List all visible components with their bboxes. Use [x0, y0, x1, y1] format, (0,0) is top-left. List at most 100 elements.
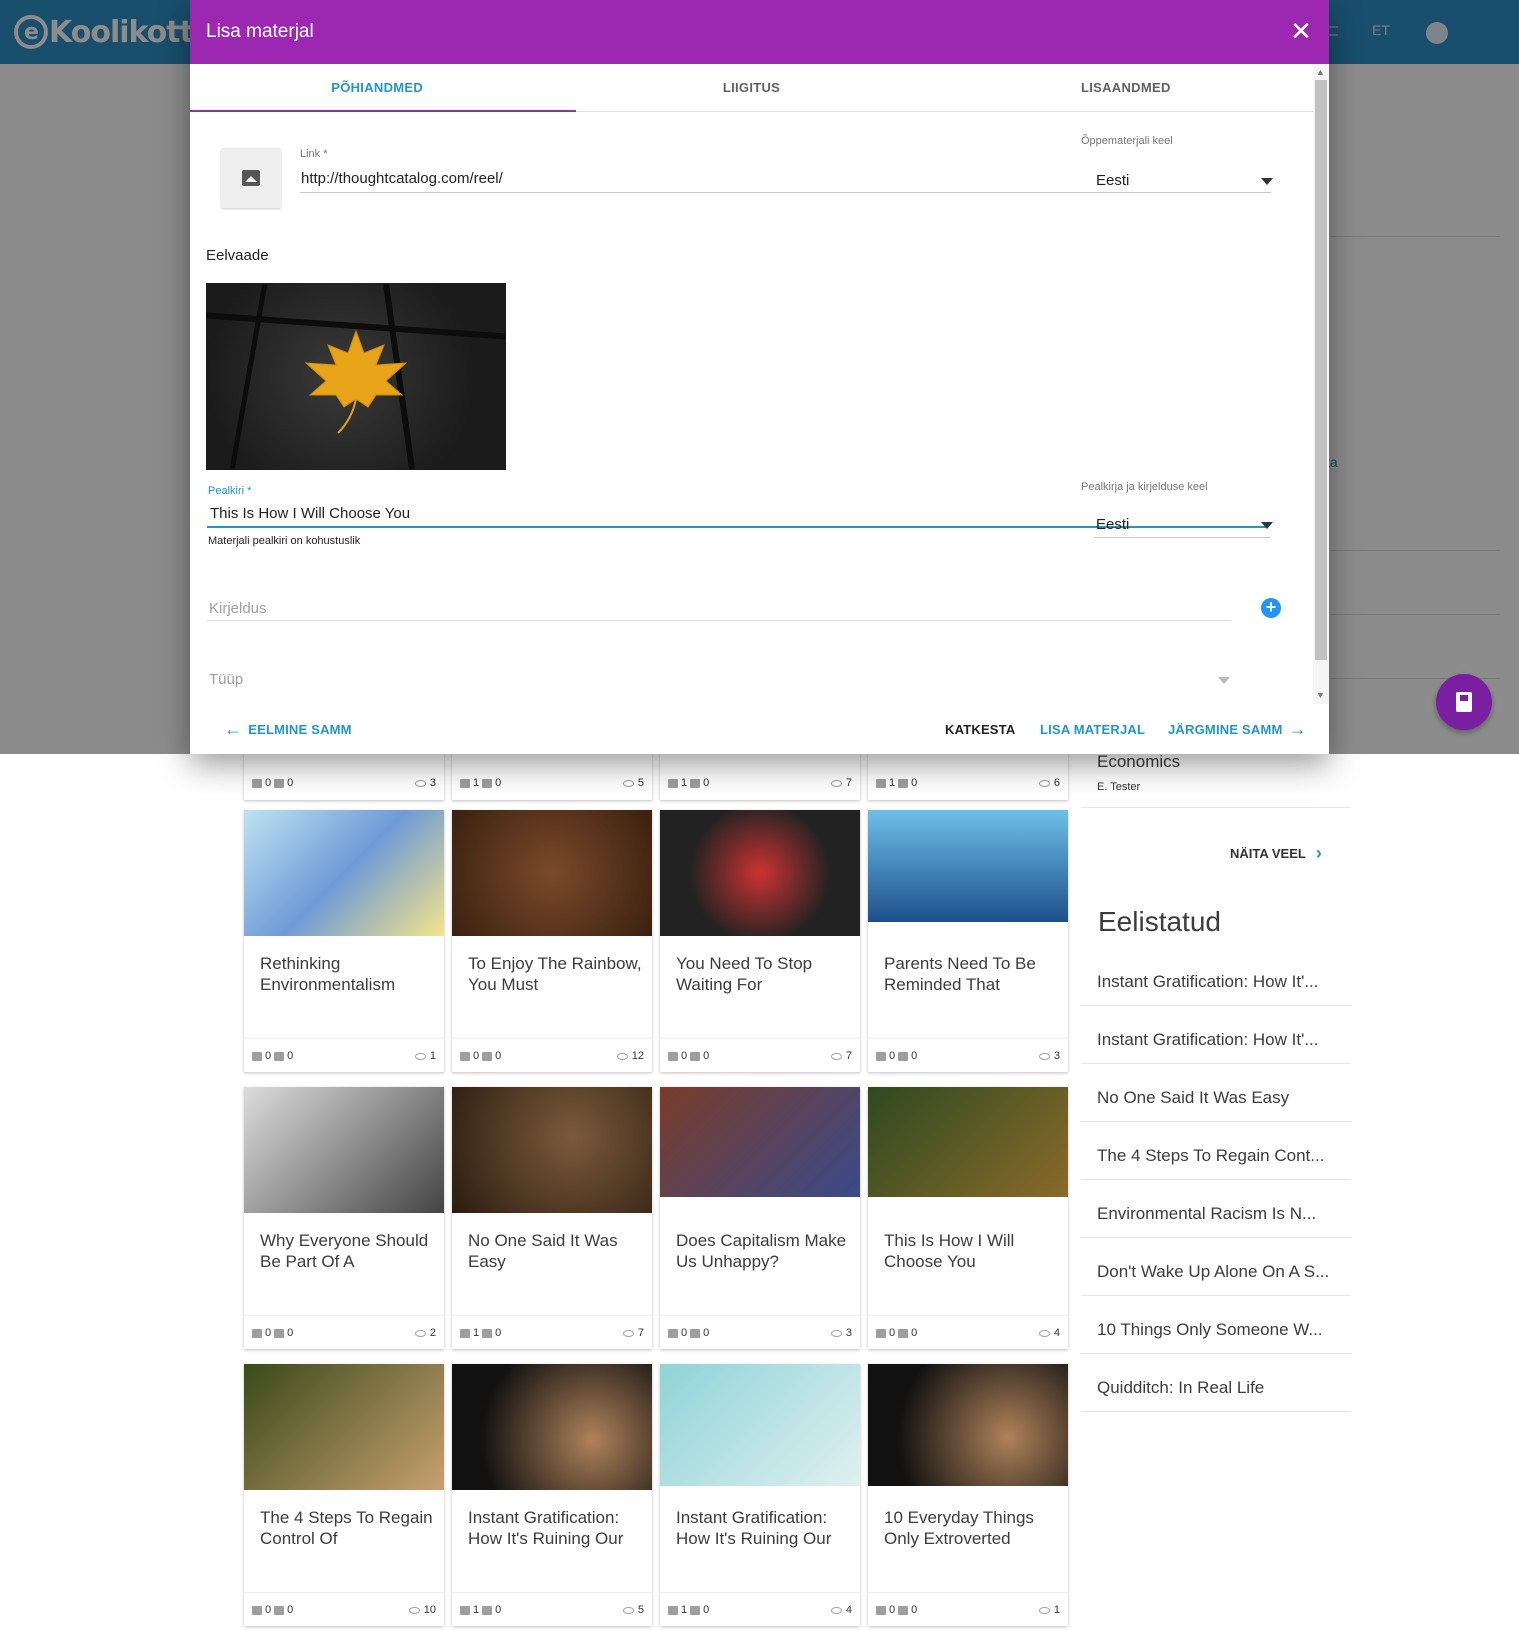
tab-liigitus[interactable]: LIIGITUS	[564, 64, 938, 111]
thumb-up-icon[interactable]	[668, 1051, 678, 1061]
add-material-button[interactable]: LISA MATERJAL	[1040, 722, 1145, 737]
card-title[interactable]: Rethinking Environmentalism	[260, 953, 435, 997]
tab-lisaandmed[interactable]: LISAANDMED	[939, 64, 1313, 111]
material-card[interactable]: Instant Gratification: How It's Ruining …	[660, 1364, 860, 1626]
dropdown-arrow-icon[interactable]	[1261, 178, 1273, 185]
thumb-up-icon[interactable]	[252, 1605, 262, 1615]
thumb-down-icon[interactable]	[274, 1605, 285, 1615]
favorite-item[interactable]: Instant Gratification: How It'...	[1097, 972, 1319, 992]
favorite-item[interactable]: 10 Things Only Someone W...	[1097, 1320, 1323, 1340]
thumb-down-icon[interactable]	[898, 1605, 909, 1615]
tab-pohiandmed[interactable]: PÕHIANDMED	[190, 64, 564, 111]
headline-input[interactable]: This Is How I Will Choose You	[210, 505, 410, 522]
favorite-item[interactable]: Don't Wake Up Alone On A S...	[1097, 1262, 1329, 1282]
close-icon[interactable]: ✕	[1289, 18, 1313, 44]
material-card[interactable]: Rethinking Environmentalism 0 0 1	[244, 810, 444, 1072]
card-title[interactable]: You Need To Stop Waiting For	[676, 953, 851, 997]
type-select[interactable]: Tüüp	[209, 671, 243, 688]
thumb-down-icon[interactable]	[274, 778, 285, 788]
dialog-scrollbar[interactable]: ▲ ▼	[1313, 64, 1329, 704]
card-title[interactable]: Parents Need To Be Reminded That	[884, 953, 1059, 997]
card-title[interactable]: The 4 Steps To Regain Control Of	[260, 1507, 435, 1551]
material-language-select[interactable]: Eesti	[1096, 172, 1129, 189]
material-card[interactable]: This Is How I Will Choose You 0 0 4	[868, 1087, 1068, 1349]
card-thumbnail[interactable]	[452, 1087, 652, 1213]
favorite-item[interactable]: Quidditch: In Real Life	[1097, 1378, 1264, 1398]
thumb-down-icon[interactable]	[482, 1328, 493, 1338]
scroll-down-icon[interactable]: ▼	[1316, 690, 1325, 700]
upload-image-button[interactable]	[221, 148, 281, 208]
thumb-up-icon[interactable]	[668, 1328, 678, 1338]
dropdown-arrow-icon[interactable]	[1261, 522, 1273, 529]
material-card[interactable]: The 4 Steps To Regain Control Of 0 0 10	[244, 1364, 444, 1626]
thumb-up-icon[interactable]	[668, 1605, 678, 1615]
thumb-down-icon[interactable]	[690, 1051, 701, 1061]
card-thumbnail[interactable]	[660, 810, 860, 936]
card-title[interactable]: Instant Gratification: How It's Ruining …	[676, 1507, 851, 1551]
material-card[interactable]: Why Everyone Should Be Part Of A002	[244, 1087, 444, 1349]
thumb-down-icon[interactable]	[690, 1328, 701, 1338]
description-input[interactable]: Kirjeldus	[209, 600, 267, 617]
thumb-up-icon[interactable]	[460, 1051, 470, 1061]
thumb-down-icon[interactable]	[898, 1051, 909, 1061]
thumb-up-icon[interactable]	[876, 778, 886, 788]
cancel-button[interactable]: KATKESTA	[945, 722, 1015, 737]
next-step-button[interactable]: JÄRGMINE SAMM →	[1168, 720, 1307, 738]
material-card[interactable]: 00 3	[244, 754, 444, 800]
card-thumbnail[interactable]	[660, 1087, 860, 1197]
thumb-up-icon[interactable]	[252, 1051, 262, 1061]
thumb-down-icon[interactable]	[898, 778, 909, 788]
material-card[interactable]: To Enjoy The Rainbow, You Must 0 0 12	[452, 810, 652, 1072]
thumb-down-icon[interactable]	[274, 1051, 285, 1061]
card-title[interactable]: Why Everyone Should Be Part Of A	[260, 1230, 435, 1274]
thumb-up-icon[interactable]	[668, 778, 678, 788]
add-circle-icon[interactable]: +	[1261, 598, 1281, 618]
thumb-down-icon[interactable]	[482, 778, 493, 788]
scrollbar-thumb[interactable]	[1315, 80, 1327, 660]
material-card[interactable]: Does Capitalism Make Us Unhappy? 0 0 3	[660, 1087, 860, 1349]
material-card[interactable]: No One Said It Was Easy 1 0 7	[452, 1087, 652, 1349]
material-card[interactable]: 10 7	[660, 754, 860, 800]
card-title[interactable]: No One Said It Was Easy	[468, 1230, 643, 1274]
link-input[interactable]: http://thoughtcatalog.com/reel/	[301, 170, 503, 187]
show-more-button[interactable]: NÄITA VEEL ›	[1230, 843, 1322, 864]
thumb-down-icon[interactable]	[482, 1051, 493, 1061]
recent-item-title[interactable]: Economics	[1097, 752, 1180, 772]
scroll-up-icon[interactable]: ▲	[1316, 67, 1325, 77]
previous-step-button[interactable]: ← EELMINE SAMM	[224, 720, 352, 738]
thumb-up-icon[interactable]	[252, 1328, 262, 1338]
card-title[interactable]: To Enjoy The Rainbow, You Must	[468, 953, 643, 997]
material-card[interactable]: 10 Everyday Things Only Extroverted 0 0 1	[868, 1364, 1068, 1626]
favorite-item[interactable]: The 4 Steps To Regain Cont...	[1097, 1146, 1324, 1166]
thumb-up-icon[interactable]	[252, 778, 262, 788]
card-thumbnail[interactable]	[244, 1087, 444, 1213]
thumb-down-icon[interactable]	[898, 1328, 909, 1338]
card-thumbnail[interactable]	[868, 1087, 1068, 1197]
favorite-item[interactable]: No One Said It Was Easy	[1097, 1088, 1289, 1108]
card-title[interactable]: 10 Everyday Things Only Extroverted	[884, 1507, 1059, 1551]
headline-language-select[interactable]: Eesti	[1096, 516, 1129, 533]
thumb-down-icon[interactable]	[482, 1605, 493, 1615]
thumb-down-icon[interactable]	[690, 778, 701, 788]
card-thumbnail[interactable]	[244, 1364, 444, 1490]
material-card[interactable]: 10 6	[868, 754, 1068, 800]
material-card[interactable]: You Need To Stop Waiting For 0 0 7	[660, 810, 860, 1072]
card-thumbnail[interactable]	[244, 810, 444, 936]
card-thumbnail[interactable]	[868, 1364, 1068, 1486]
card-title[interactable]: This Is How I Will Choose You	[884, 1230, 1059, 1274]
card-thumbnail[interactable]	[660, 1364, 860, 1486]
card-title[interactable]: Does Capitalism Make Us Unhappy?	[676, 1230, 851, 1274]
material-card[interactable]: Instant Gratification: How It's Ruining …	[452, 1364, 652, 1626]
card-thumbnail[interactable]	[452, 1364, 652, 1490]
thumb-up-icon[interactable]	[876, 1328, 886, 1338]
material-card[interactable]: 10 5	[452, 754, 652, 800]
favorite-item[interactable]: Environmental Racism Is N...	[1097, 1204, 1316, 1224]
thumb-up-icon[interactable]	[876, 1051, 886, 1061]
add-material-fab[interactable]	[1436, 674, 1492, 730]
favorite-item[interactable]: Instant Gratification: How It'...	[1097, 1030, 1319, 1050]
card-title[interactable]: Instant Gratification: How It's Ruining …	[468, 1507, 643, 1551]
thumb-up-icon[interactable]	[876, 1605, 886, 1615]
thumb-up-icon[interactable]	[460, 1605, 470, 1615]
thumb-down-icon[interactable]	[274, 1328, 285, 1338]
card-thumbnail[interactable]	[868, 810, 1068, 922]
